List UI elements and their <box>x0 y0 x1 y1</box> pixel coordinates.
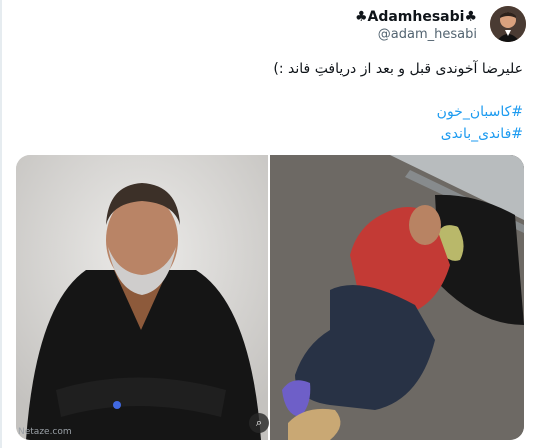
watermark-text: Netaze.com <box>18 427 72 437</box>
hashtag-link[interactable]: #فاندی_باندی <box>437 123 523 145</box>
tweet-card: ♣Adamhesabi♣ @adam_hesabi علیرضا آخوندی … <box>0 0 543 448</box>
man-portrait-image <box>16 155 268 440</box>
display-name[interactable]: ♣Adamhesabi♣ <box>355 8 477 26</box>
author-info[interactable]: ♣Adamhesabi♣ @adam_hesabi <box>355 8 477 43</box>
photo-before[interactable]: Netaze.com ⌕ <box>16 155 269 440</box>
handle[interactable]: @adam_hesabi <box>355 26 477 43</box>
photo-after[interactable] <box>270 155 524 440</box>
hashtag-link[interactable]: #کاسبان_خون <box>437 101 523 123</box>
tweet-text: علیرضا آخوندی قبل و بعد از دریافتِ فاند … <box>273 61 523 77</box>
avatar-image <box>490 6 526 42</box>
image-search-icon[interactable]: ⌕ <box>249 413 269 433</box>
left-border <box>0 0 2 448</box>
man-sleeping-floor-image <box>270 155 524 440</box>
hashtags: #کاسبان_خون #فاندی_باندی <box>437 101 523 145</box>
media-grid[interactable]: Netaze.com ⌕ <box>16 155 524 440</box>
avatar[interactable] <box>490 6 526 42</box>
